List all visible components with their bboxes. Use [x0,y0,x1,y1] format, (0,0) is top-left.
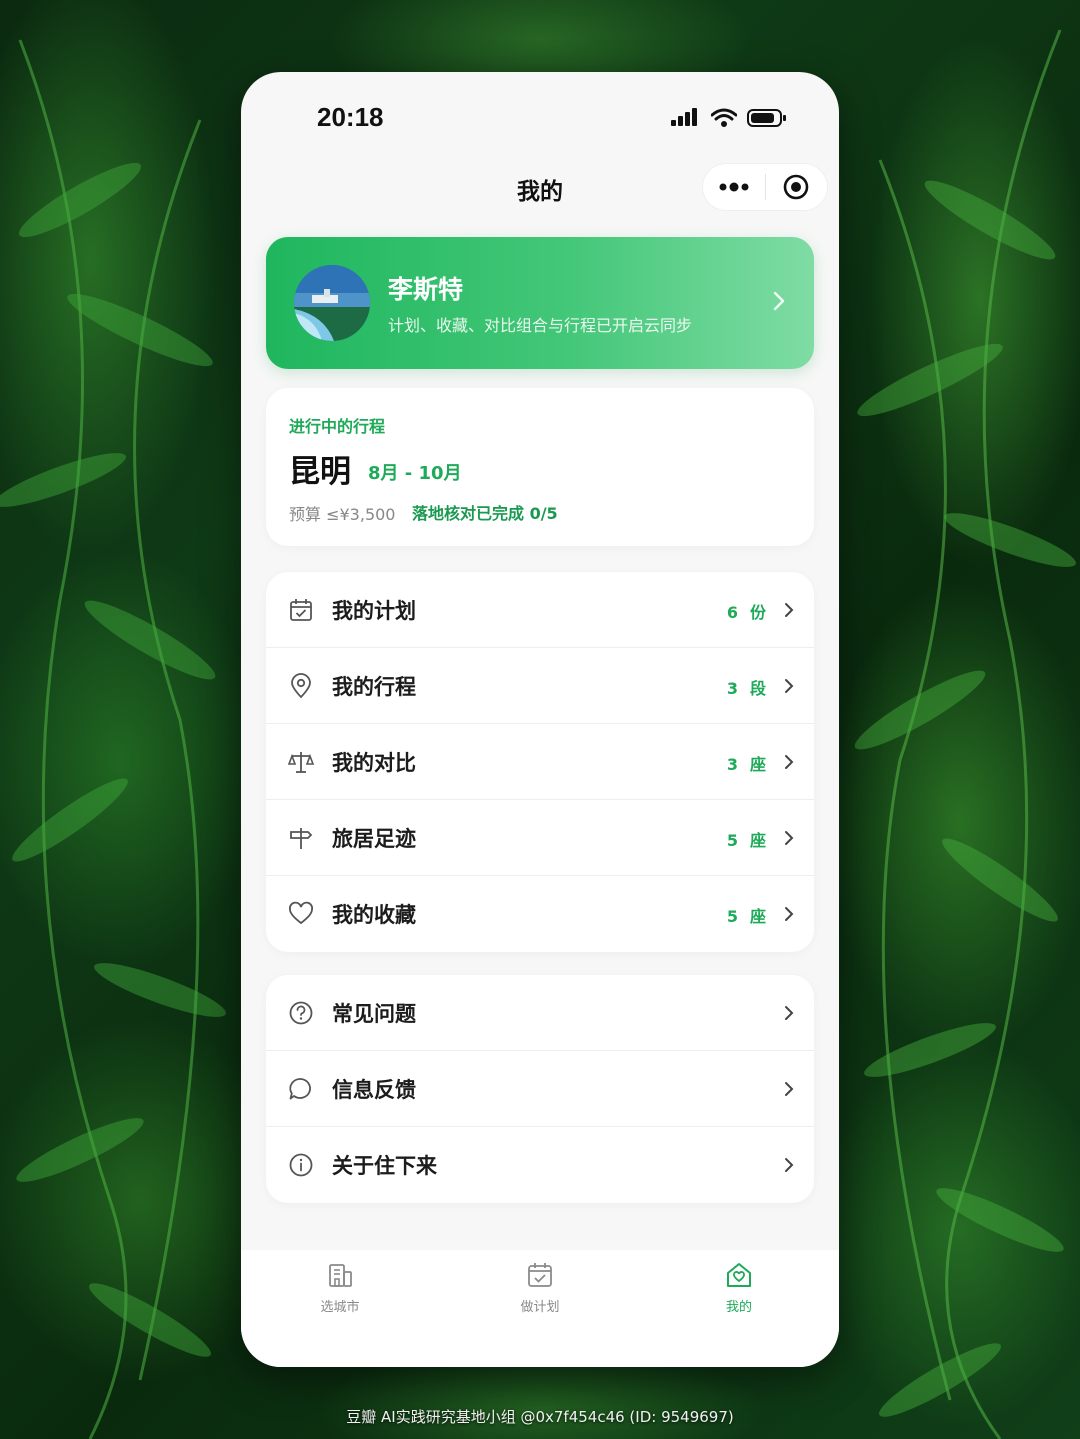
count-unit: 座 [749,831,768,850]
menu-item-label: 我的行程 [332,675,416,699]
help-menu-list: 常见问题 信息反馈 关于住下来 [266,975,814,1203]
navigation-bar: 我的 [241,162,839,212]
menu-item-count: 6份 [727,599,768,623]
chevron-right-icon [785,1082,794,1096]
menu-item-compare[interactable]: 我的对比 3座 [266,724,814,800]
signpost-icon [290,828,313,849]
count-unit: 份 [749,603,768,622]
signal-icon [671,108,697,126]
count-number: 6 [726,603,740,622]
location-pin-icon [291,673,311,699]
building-icon [329,1264,352,1287]
menu-item-count: 3段 [727,675,768,699]
chevron-right-icon [773,291,785,311]
chat-bubble-icon [289,1078,311,1100]
trip-city: 昆明 [289,454,351,490]
count-number: 5 [726,907,740,926]
menu-item-label: 关于住下来 [332,1154,437,1178]
count-unit: 座 [749,907,768,926]
target-circle-icon [783,174,809,200]
menu-item-label: 我的收藏 [332,903,416,927]
count-unit: 段 [749,679,768,698]
trip-check-status: 落地核对已完成 0/5 [412,504,558,523]
chevron-right-icon [785,679,794,693]
more-dots-icon [719,182,749,192]
menu-item-feedback[interactable]: 信息反馈 [266,1051,814,1127]
main-menu-list: 我的计划 6份 我的行程 3段 我的对比 3座 旅居足迹 5 座 我的收藏 5 … [266,572,814,952]
tab-mine[interactable]: 我的 [679,1260,799,1315]
wifi-icon [711,108,737,127]
menu-item-label: 我的计划 [332,599,416,623]
tab-make-plan[interactable]: 做计划 [480,1260,600,1315]
menu-item-count: 5座 [727,903,768,927]
info-circle-icon [289,1153,313,1177]
tab-choose-city[interactable]: 选城市 [280,1260,400,1315]
active-trip-card[interactable]: 进行中的行程 昆明 8月 - 10月 预算 ≤¥3,500 落地核对已完成 0/… [266,388,814,546]
trip-months: 8月 - 10月 [368,463,462,484]
menu-item-about[interactable]: 关于住下来 [266,1127,814,1203]
fern-background-right [854,29,1076,1439]
profile-name: 李斯特 [388,275,464,304]
avatar-image [294,265,370,341]
menu-item-label: 常见问题 [332,1002,416,1026]
tab-label: 做计划 [520,1300,560,1315]
menu-item-label: 信息反馈 [332,1078,416,1102]
chevron-right-icon [785,1006,794,1020]
trip-section-label: 进行中的行程 [289,417,386,436]
status-time: 20:18 [317,102,384,132]
count-number: 3 [726,755,740,774]
calendar-check-icon [290,599,312,621]
status-bar: 20:18 [241,72,839,162]
question-circle-icon [289,1001,313,1025]
chevron-right-icon [785,907,794,921]
mini-program-capsule [703,164,827,210]
menu-item-count: 5座 [727,827,768,851]
home-heart-icon [727,1263,751,1287]
menu-item-faq[interactable]: 常见问题 [266,975,814,1051]
status-icons [671,108,787,128]
chevron-right-icon [785,831,794,845]
chevron-right-icon [785,755,794,769]
chevron-right-icon [785,603,794,617]
menu-item-count: 3座 [727,751,768,775]
phone-screen: 20:18 我的 李斯特 计划、收藏、对比组合与行程已开启云同步 进行中的行程 … [241,72,839,1367]
tab-label: 选城市 [320,1300,360,1315]
close-miniprogram-button[interactable] [766,164,828,210]
count-unit: 座 [749,755,768,774]
calendar-check-icon [528,1263,552,1287]
menu-item-label: 我的对比 [332,751,416,775]
menu-item-plans[interactable]: 我的计划 6份 [266,572,814,648]
menu-item-trips[interactable]: 我的行程 3段 [266,648,814,724]
trip-budget: 预算 ≤¥3,500 [289,505,396,524]
tab-label: 我的 [725,1300,752,1315]
avatar [294,265,370,341]
profile-card[interactable]: 李斯特 计划、收藏、对比组合与行程已开启云同步 [266,237,814,369]
battery-icon [747,109,786,127]
menu-item-footprints[interactable]: 旅居足迹 5座 [266,800,814,876]
chevron-right-icon [785,1158,794,1172]
profile-sync-status: 计划、收藏、对比组合与行程已开启云同步 [388,316,693,335]
count-number: 5 [726,831,740,850]
tab-bar: 选城市 做计划 我的 [241,1250,839,1367]
more-button[interactable] [703,164,765,210]
fern-background-left [0,39,226,1439]
balance-scale-icon [288,752,314,773]
menu-item-label: 旅居足迹 [332,827,416,851]
menu-item-favorites[interactable]: 我的收藏 5座 [266,876,814,952]
watermark-credit: 豆瓣 AI实践研究基地小组 @0x7f454c46 (ID: 9549697) [346,1408,734,1426]
count-number: 3 [726,679,740,698]
heart-icon [289,901,313,925]
